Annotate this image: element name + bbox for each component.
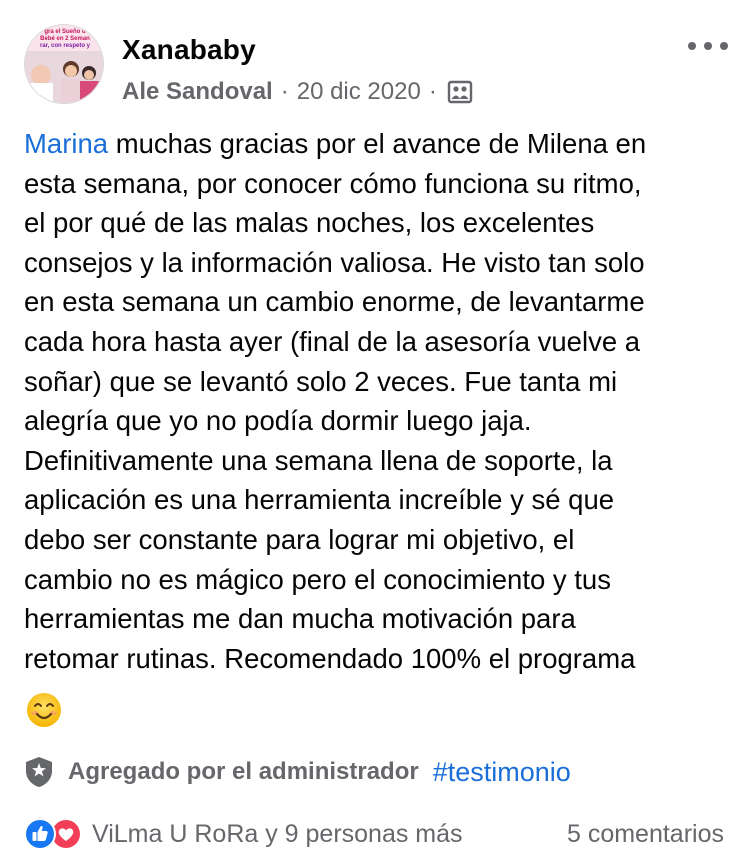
group-avatar[interactable]: gra el Sueño d Bebé en 2 Seman rar, con …: [24, 24, 104, 104]
meta-separator: ·: [428, 78, 437, 105]
post-text-segment: muchas gracias por el avance de Milena e…: [108, 128, 647, 159]
more-dot-icon: [704, 42, 712, 50]
post-text-line: debo ser constante para lograr mi objeti…: [24, 523, 575, 555]
post-date[interactable]: 20 dic 2020: [297, 78, 421, 106]
post-text-line: el por qué de las malas noches, los exce…: [24, 207, 595, 239]
meta-separator: ·: [280, 78, 289, 105]
more-options-button[interactable]: [688, 36, 728, 56]
post-meta: Ale Sandoval · 20 dic 2020 ·: [122, 78, 473, 106]
avatar-text-line-1: gra el Sueño d: [44, 29, 86, 35]
post-text-line: aplicación es una herramienta increíble …: [24, 484, 615, 516]
post-text-line: Definitivamente una semana llena de sopo…: [24, 444, 613, 476]
post-text-line: herramientas me dan mucha motivación par…: [24, 603, 576, 635]
group-privacy-icon: [447, 80, 473, 104]
post-text-line: cada hora hasta ayer (final de la asesor…: [24, 325, 641, 357]
post-text-line: soñar) que se levantó solo 2 veces. Fue …: [24, 365, 618, 397]
admin-added-row: Agregado por el administrador #testimoni…: [24, 756, 571, 788]
post-text: Marina muchas gracias por el avance de M…: [24, 124, 724, 678]
group-name[interactable]: Xanababy: [122, 34, 256, 66]
avatar-text-line-3: rar, con respeto y: [40, 43, 91, 49]
mention-link[interactable]: Marina: [24, 128, 108, 159]
smiling-face-emoji-icon: [26, 692, 62, 728]
post-header: gra el Sueño d Bebé en 2 Seman rar, con …: [0, 0, 748, 120]
hashtag-link[interactable]: #testimonio: [433, 757, 571, 788]
reactions-summary[interactable]: ViLma U RoRa y 9 personas más: [92, 820, 463, 849]
post-text-line: esta semana, por conocer cómo funciona s…: [24, 167, 642, 199]
avatar-text-line-2: Bebé en 2 Seman: [40, 36, 90, 42]
more-dot-icon: [688, 42, 696, 50]
more-dot-icon: [720, 42, 728, 50]
post-text-line: alegría que yo no podía dormir luego jaj…: [24, 405, 532, 437]
comments-count[interactable]: 5 comentarios: [567, 820, 724, 849]
author-name[interactable]: Ale Sandoval: [122, 78, 273, 106]
post-text-line: cambio no es mágico pero el conocimiento…: [24, 563, 611, 595]
post-text-line: en esta semana un cambio enorme, de leva…: [24, 286, 645, 318]
post-text-line: Marina muchas gracias por el avance de M…: [24, 124, 724, 164]
shield-icon: [24, 756, 68, 788]
reactions-bar: ViLma U RoRa y 9 personas más 5 comentar…: [24, 814, 724, 854]
reaction-icons[interactable]: [24, 816, 86, 852]
admin-added-label: Agregado por el administrador: [68, 758, 419, 785]
like-reaction-icon: [24, 818, 56, 850]
post-text-line: consejos y la información valiosa. He vi…: [24, 246, 645, 278]
post-text-line: retomar rutinas. Recomendado 100% el pro…: [24, 642, 636, 674]
